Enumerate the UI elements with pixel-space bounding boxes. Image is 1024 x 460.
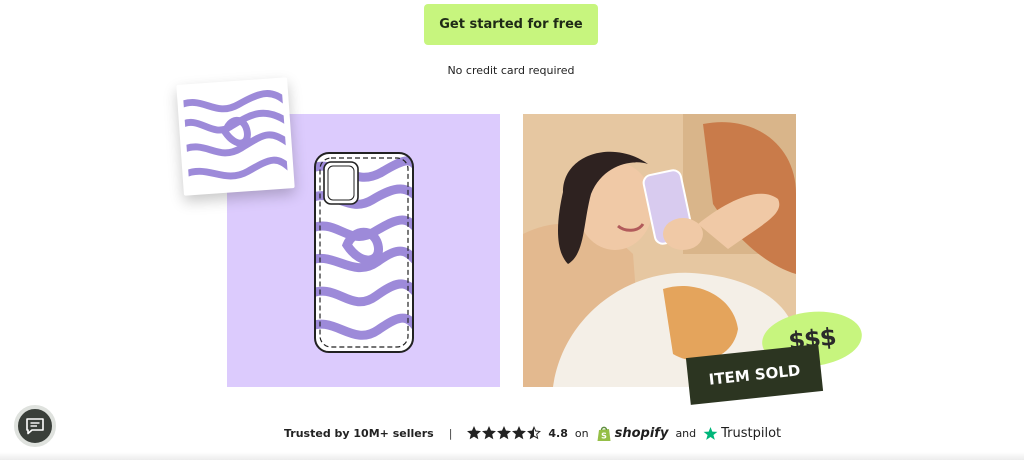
svg-text:S: S	[601, 431, 607, 440]
no-credit-card-note: No credit card required	[447, 64, 575, 77]
trustpilot-wordmark: Trustpilot	[721, 425, 782, 441]
star-icon	[527, 426, 542, 440]
star-icon	[497, 426, 512, 440]
star-icon	[482, 426, 497, 440]
trustpilot-logo[interactable]: Trustpilot	[703, 426, 781, 441]
phone-case-template	[314, 152, 414, 353]
swirl-pattern-image	[182, 83, 289, 190]
star-icon	[467, 426, 482, 440]
trust-bar: Trusted by 10M+ sellers | 4.8 on S shopi…	[284, 422, 781, 444]
get-started-button[interactable]: Get started for free	[424, 4, 598, 45]
star-rating	[467, 426, 542, 440]
shopify-bag-icon: S	[597, 426, 611, 441]
shopify-logo[interactable]: S shopify	[596, 425, 669, 442]
page-bottom-shadow	[0, 452, 1024, 460]
star-icon	[512, 426, 527, 440]
shopify-wordmark: shopify	[614, 425, 669, 441]
trustpilot-star-icon	[703, 426, 718, 440]
chat-bubble-icon	[26, 418, 44, 435]
design-swatch	[176, 77, 295, 196]
chat-button[interactable]	[14, 405, 56, 447]
and-text: and	[675, 426, 697, 440]
lifestyle-photo	[523, 114, 796, 387]
sellers-count-text: Trusted by 10M+ sellers	[284, 426, 434, 440]
on-text: on	[574, 426, 589, 440]
rating-value: 4.8	[548, 426, 568, 440]
trust-separator: |	[448, 426, 453, 440]
